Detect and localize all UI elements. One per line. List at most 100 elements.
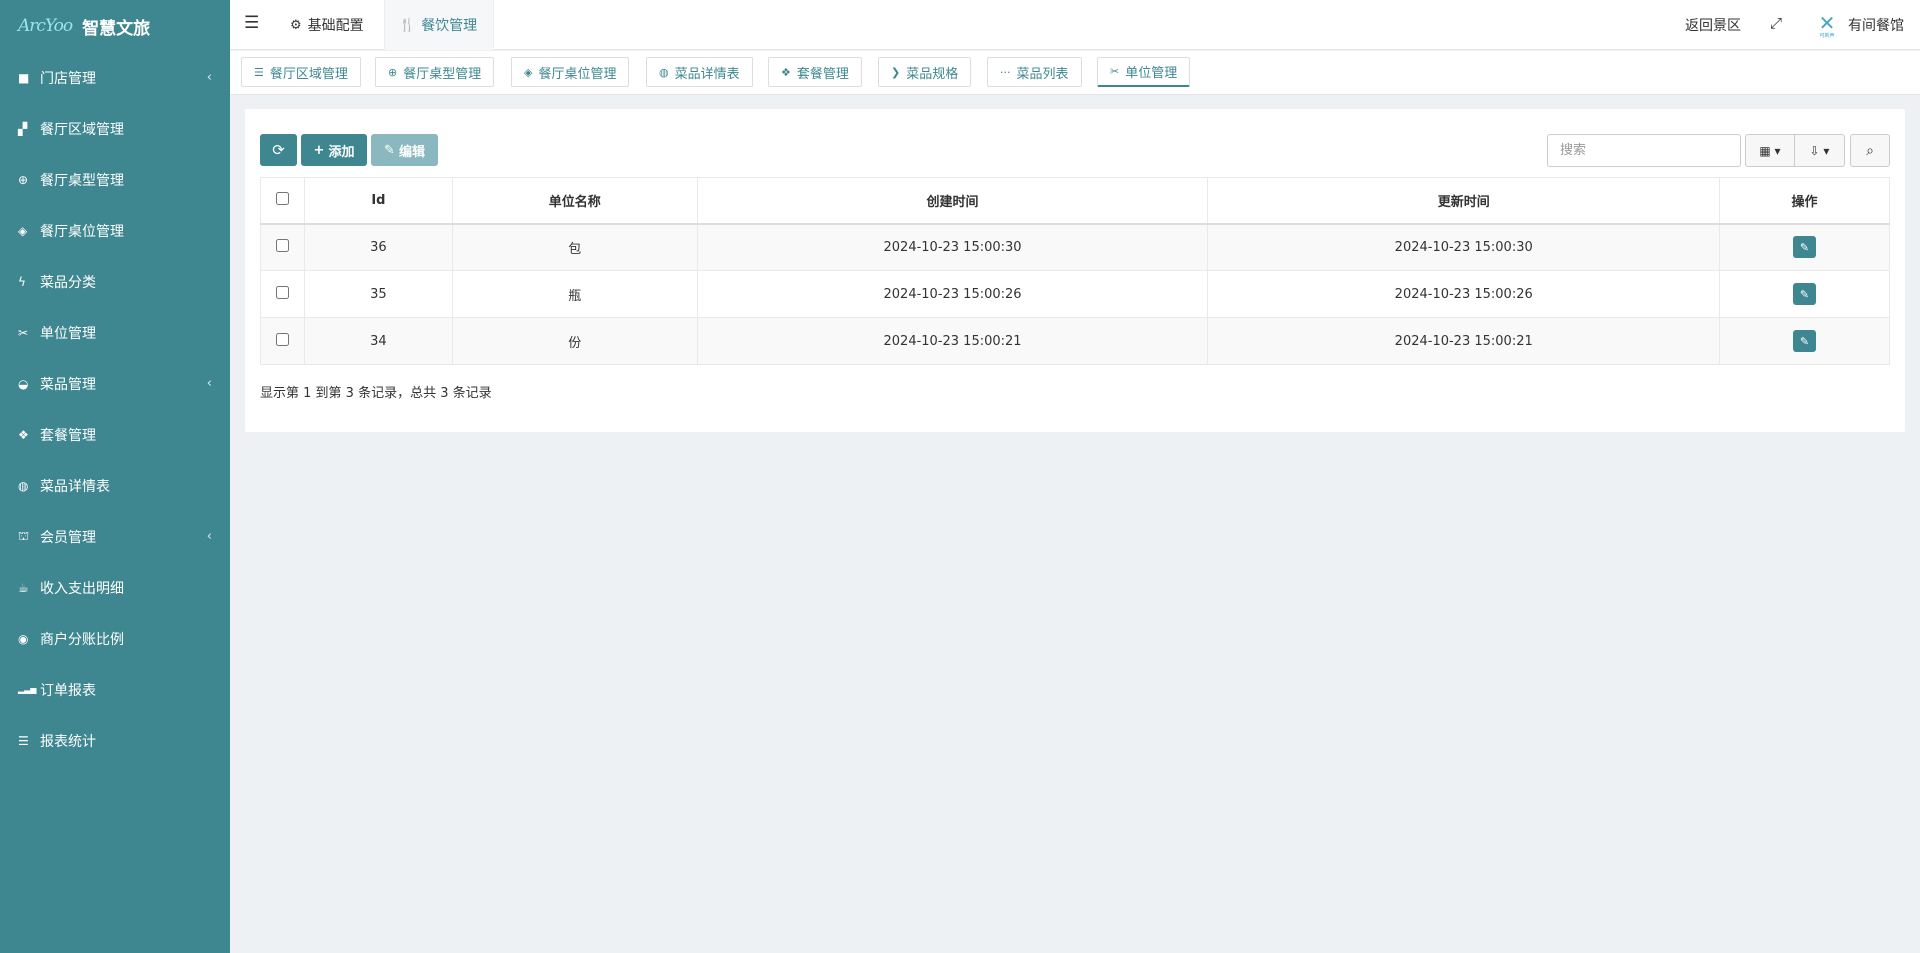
columns-toggle-button[interactable]: ▦ ▾ — [1745, 134, 1795, 167]
sidebar-item-label: 门店管理 — [40, 70, 96, 87]
pencil-icon: ✎ — [384, 142, 395, 158]
row-checkbox[interactable] — [275, 238, 289, 252]
cell-updated: 2024-10-23 15:00:21 — [1207, 317, 1721, 365]
table-row[interactable]: 36 包 2024-10-23 15:00:30 2024-10-23 15:0… — [260, 223, 1890, 271]
row-edit-button[interactable]: ✎ — [1793, 236, 1817, 259]
nav-food-management[interactable]: 🍴 餐饮管理 — [384, 0, 494, 50]
tab-dish-detail[interactable]: ◍ 菜品详情表 — [646, 57, 753, 87]
table-header-row: Id 单位名称 创建时间 更新时间 操作 — [260, 177, 1890, 225]
compass-icon: ◉ — [18, 631, 29, 646]
tab-restaurant-area[interactable]: ☰ 餐厅区域管理 — [241, 57, 361, 87]
cell-unit-name: 包 — [451, 223, 698, 271]
column-header-unit-name[interactable]: 单位名称 — [451, 177, 698, 225]
cutlery-icon: 🍴 — [399, 17, 416, 33]
sidebar-item-table-seat[interactable]: ◈ 餐厅桌位管理 — [0, 205, 230, 256]
list-icon: ☰ — [254, 65, 264, 79]
sidebar-item-dish-management[interactable]: ◒ 菜品管理 ‹ — [0, 358, 230, 409]
return-to-scenic-link[interactable]: 返回景区 — [1685, 15, 1741, 35]
row-checkbox[interactable] — [275, 332, 289, 346]
chevron-circle-icon: ❯ — [891, 65, 901, 79]
refresh-button[interactable]: ⟳ — [260, 134, 297, 166]
folder-icon: ■ — [18, 70, 30, 85]
brand-logo[interactable]: ArcYoo 智慧文旅 — [0, 0, 230, 52]
table-row[interactable]: 35 瓶 2024-10-23 15:00:26 2024-10-23 15:0… — [260, 270, 1890, 318]
column-header-updated[interactable]: 更新时间 — [1207, 177, 1721, 225]
cell-unit-name: 瓶 — [451, 270, 698, 318]
column-header-actions: 操作 — [1719, 177, 1890, 225]
unit-icon: ✂ — [18, 325, 29, 340]
sidebar-item-dish-category[interactable]: ϟ 菜品分类 — [0, 256, 230, 307]
cell-updated: 2024-10-23 15:00:26 — [1207, 270, 1721, 318]
chevron-left-icon: ‹ — [206, 529, 212, 544]
nav-basic-config[interactable]: ⚙ 基础配置 — [290, 0, 364, 50]
hamburger-menu-icon[interactable]: ☰ — [244, 13, 259, 33]
sidebar-item-report-stats[interactable]: ☰ 报表统计 — [0, 715, 230, 766]
nav-basic-config-label: 基础配置 — [307, 18, 364, 34]
sidebar-item-income-expense[interactable]: ☕ 收入支出明细 — [0, 562, 230, 613]
tab-label: 菜品列表 — [1016, 66, 1069, 82]
user-name: 有间餐馆 — [1848, 18, 1904, 34]
row-edit-button[interactable]: ✎ — [1793, 330, 1817, 352]
column-header-created[interactable]: 创建时间 — [696, 177, 1209, 225]
content-panel: ⟳ + 添加 ✎ 编辑 ▦ ▾ ⇩ ▾ ⌕ Id 单位名称 创建时间 更新时间 — [245, 109, 1905, 432]
avatar-caption: 可新声 — [1819, 33, 1835, 39]
tab-unit-management[interactable]: ✂ 单位管理 — [1097, 57, 1191, 87]
sidebar-item-table-type[interactable]: ⊕ 餐厅桌型管理 — [0, 154, 230, 205]
coffee-icon: ☕ — [18, 580, 29, 595]
search-input[interactable] — [1547, 134, 1741, 167]
row-checkbox[interactable] — [275, 285, 289, 299]
tab-dish-list[interactable]: ··· 菜品列表 — [987, 57, 1082, 87]
sidebar-item-unit-management[interactable]: ✂ 单位管理 — [0, 307, 230, 358]
add-button[interactable]: + 添加 — [301, 134, 367, 166]
tab-set-meal[interactable]: ❖ 套餐管理 — [768, 57, 862, 87]
column-header-id[interactable]: Id — [303, 177, 453, 225]
pagination-info: 显示第 1 到第 3 条记录，总共 3 条记录 — [260, 386, 492, 401]
logo-mark: ArcYoo — [18, 16, 73, 36]
sidebar-item-label: 菜品分类 — [40, 274, 96, 291]
row-edit-button[interactable]: ✎ — [1793, 283, 1817, 305]
sidebar-item-dish-detail[interactable]: ◍ 菜品详情表 — [0, 460, 230, 511]
select-all-cell — [260, 177, 305, 225]
user-menu[interactable]: ✕ 可新声 有间餐馆 — [1814, 11, 1904, 39]
sidebar-item-restaurant-area[interactable]: ▞ 餐厅区域管理 — [0, 103, 230, 154]
tab-table-type[interactable]: ⊕ 餐厅桌型管理 — [375, 57, 495, 87]
cell-actions: ✎ — [1719, 270, 1890, 318]
tab-dish-spec[interactable]: ❯ 菜品规格 — [878, 57, 972, 87]
sidebar-item-member-management[interactable]: ⛫ 会员管理 ‹ — [0, 511, 230, 562]
bolt-icon: ϟ — [18, 274, 26, 289]
chevron-left-icon: ‹ — [206, 70, 212, 85]
gears-icon: ⚙ — [290, 17, 302, 33]
lifebuoy-icon: ⊕ — [18, 172, 29, 187]
tab-label: 菜品规格 — [906, 66, 959, 82]
dribbble-icon: ◍ — [18, 478, 29, 493]
sidebar-item-label: 收入支出明细 — [40, 580, 124, 597]
cell-id: 34 — [303, 317, 453, 365]
cell-created: 2024-10-23 15:00:21 — [696, 317, 1209, 365]
add-button-label: 添加 — [328, 144, 355, 160]
sidebar-item-label: 菜品管理 — [40, 376, 96, 393]
select-all-checkbox[interactable] — [275, 191, 289, 205]
cube-icon: ◈ — [524, 65, 533, 79]
export-icon: ⇩ ▾ — [1809, 143, 1830, 158]
avatar-logo-icon: ✕ — [1818, 11, 1836, 35]
cell-unit-name: 份 — [451, 317, 698, 365]
row-select-cell — [260, 223, 305, 271]
fullscreen-icon[interactable]: ⤢ — [1770, 14, 1782, 32]
sidebar-item-set-meal[interactable]: ❖ 套餐管理 — [0, 409, 230, 460]
sidebar-item-label: 会员管理 — [40, 529, 96, 546]
signal-icon: ▂▃▅ — [18, 685, 37, 694]
edit-button[interactable]: ✎ 编辑 — [371, 134, 438, 166]
sidebar-item-store-management[interactable]: ■ 门店管理 ‹ — [0, 52, 230, 103]
tab-label: 餐厅桌位管理 — [538, 66, 617, 82]
row-select-cell — [260, 317, 305, 365]
tab-label: 菜品详情表 — [674, 66, 740, 82]
sidebar-item-order-report[interactable]: ▂▃▅ 订单报表 — [0, 664, 230, 715]
advanced-search-button[interactable]: ⌕ — [1850, 134, 1890, 167]
cell-created: 2024-10-23 15:00:26 — [696, 270, 1209, 318]
export-button[interactable]: ⇩ ▾ — [1795, 134, 1845, 167]
tab-table-seat[interactable]: ◈ 餐厅桌位管理 — [511, 57, 630, 87]
sidebar-item-merchant-split[interactable]: ◉ 商户分账比例 — [0, 613, 230, 664]
table-row[interactable]: 34 份 2024-10-23 15:00:21 2024-10-23 15:0… — [260, 317, 1890, 365]
top-navbar: ☰ ⚙ 基础配置 🍴 餐饮管理 返回景区 ⤢ ✕ 可新声 有间餐馆 — [230, 0, 1920, 50]
sidebar-item-label: 餐厅区域管理 — [40, 121, 124, 138]
